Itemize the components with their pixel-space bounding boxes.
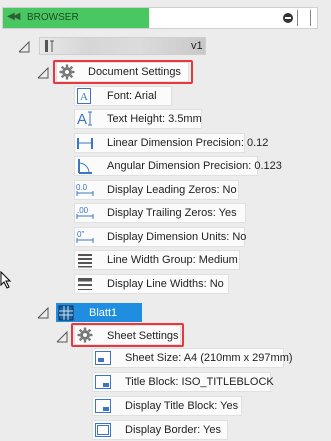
minus-circle-icon[interactable] xyxy=(283,13,293,23)
display-border-icon xyxy=(95,422,111,441)
document-version: v1 xyxy=(191,40,203,52)
setting-label: Display Leading Zeros: No xyxy=(107,184,237,196)
setting-label: Sheet Size: A4 (210mm x 297mm) xyxy=(125,352,293,364)
document-name-field[interactable] xyxy=(39,37,206,55)
svg-text:0": 0" xyxy=(77,230,84,239)
line-width-group-icon xyxy=(77,252,93,271)
setting-label: Display Line Widths: No xyxy=(107,278,224,290)
svg-text:A: A xyxy=(80,91,88,103)
svg-text:.00: .00 xyxy=(77,206,89,215)
expand-triangle-icon[interactable] xyxy=(56,331,68,343)
collapse-browser-icon[interactable]: ◀◀ xyxy=(7,11,20,22)
setting-label: Display Title Block: Yes xyxy=(125,400,239,412)
setting-label: Title Block: ISO_TITLEBLOCK xyxy=(125,376,274,388)
linear-dimension-icon xyxy=(77,135,93,154)
browser-header: ◀◀ BROWSER xyxy=(2,7,318,29)
font-icon: A xyxy=(77,88,91,107)
setting-label: Display Trailing Zeros: Yes xyxy=(107,207,237,219)
setting-label: Angular Dimension Precision: 0.123 xyxy=(107,160,282,172)
gear-icon xyxy=(77,327,93,346)
expand-triangle-icon[interactable] xyxy=(37,67,49,79)
expand-triangle-icon[interactable] xyxy=(37,307,49,319)
setting-label: Line Width Group: Medium xyxy=(107,254,238,266)
expand-triangle-icon[interactable] xyxy=(18,41,30,53)
setting-label: Display Dimension Units: No xyxy=(107,231,247,243)
panel-grip-left[interactable] xyxy=(297,10,298,26)
display-title-block-icon xyxy=(95,398,111,417)
text-height-icon: A xyxy=(77,110,93,129)
setting-label: Display Border: Yes xyxy=(125,424,221,436)
sheet-label: Blatt1 xyxy=(89,307,118,319)
document-settings-label: Document Settings xyxy=(88,66,181,78)
setting-label: Font: Arial xyxy=(107,90,157,102)
leading-zeros-icon: 0.0 xyxy=(76,182,94,201)
sheet-size-icon xyxy=(95,350,111,369)
title-block-icon xyxy=(95,374,111,393)
angular-dimension-icon xyxy=(77,158,93,177)
mouse-cursor-icon xyxy=(0,270,12,292)
panel-grip-right[interactable] xyxy=(310,10,311,26)
document-icon xyxy=(44,39,56,53)
gear-icon xyxy=(59,64,75,83)
sheet-settings-label: Sheet Settings xyxy=(107,330,179,342)
svg-text:0.0: 0.0 xyxy=(76,183,88,192)
browser-title: BROWSER xyxy=(27,12,79,23)
svg-text:A: A xyxy=(77,111,87,126)
trailing-zeros-icon: .00 xyxy=(76,205,94,224)
setting-label: Text Height: 3.5mm xyxy=(107,113,202,125)
setting-label: Linear Dimension Precision: 0.12 xyxy=(107,137,269,149)
sheet-icon xyxy=(58,305,74,324)
dimension-units-icon: 0" xyxy=(76,229,94,248)
line-widths-icon xyxy=(77,276,93,295)
